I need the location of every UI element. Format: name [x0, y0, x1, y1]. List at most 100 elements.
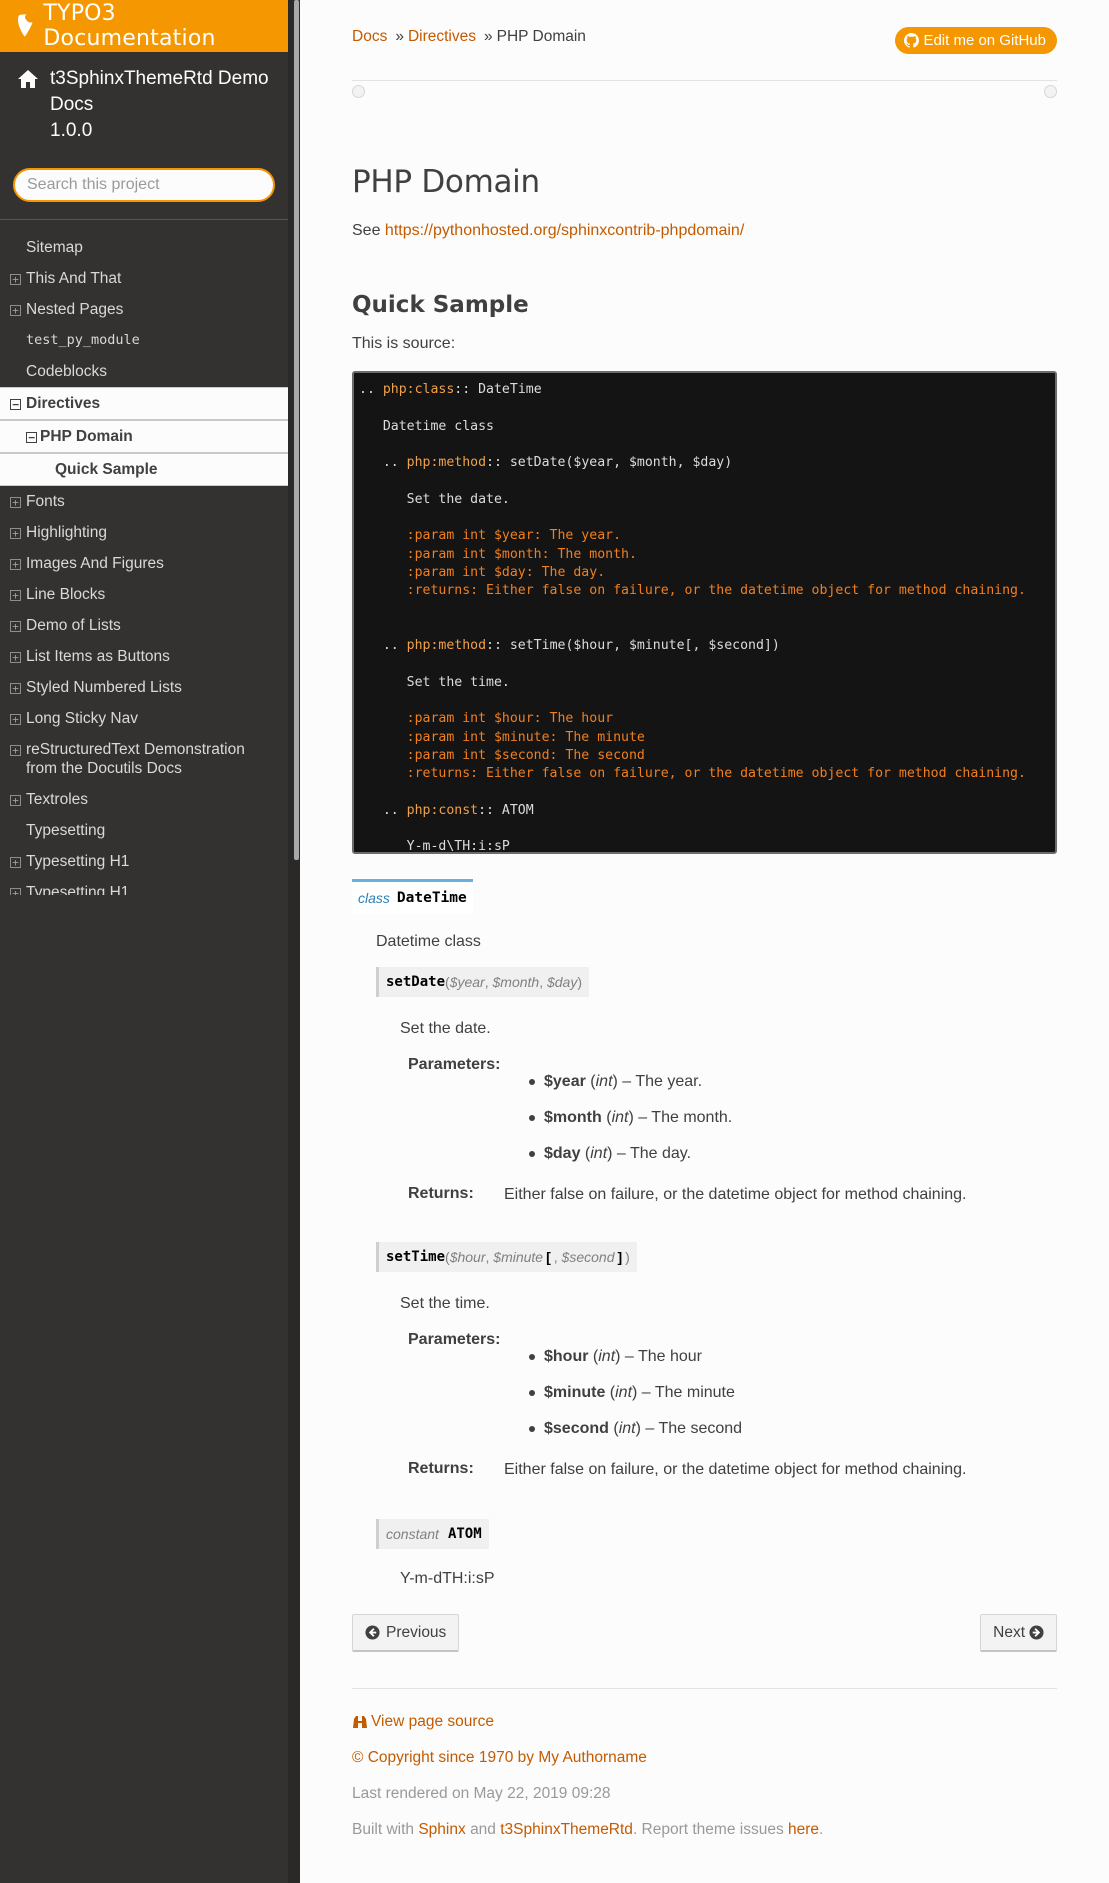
intro-text: This is source: — [352, 335, 456, 352]
sidebar-scrollbar-thumb[interactable] — [294, 0, 299, 860]
sidebar-item-codeblocks[interactable]: Codeblocks — [0, 356, 288, 387]
code-line: Y-m-d\TH:i:sP — [359, 839, 510, 854]
built-with: Built with Sphinx and t3SphinxThemeRtd. … — [352, 1821, 824, 1838]
page-title: PHP Domain — [352, 164, 540, 200]
breadcrumb-separator: » — [484, 28, 493, 45]
sidebar-scroll-area: TYPO3 Documentation t3SphinxThemeRtd Dem… — [0, 0, 288, 895]
sidebar-item-images-and-figures[interactable]: + Images And Figures — [0, 548, 288, 579]
breadcrumb-separator: » — [395, 28, 404, 45]
copyright-link[interactable]: © Copyright since 1970 by My Authorname — [352, 1749, 647, 1767]
code-line: :param int $day: The day. — [406, 564, 606, 580]
phpdomain-link[interactable]: https://pythonhosted.org/sphinxcontrib-p… — [385, 222, 744, 239]
settime-returns: Either false on failure, or the datetime… — [504, 1461, 967, 1478]
code-line: .. php:class:: DateTime — [359, 382, 542, 397]
code-line: :param int $year: The year. — [406, 528, 622, 544]
brand-link[interactable]: TYPO3 Documentation — [0, 0, 288, 52]
footer-divider — [352, 1688, 1057, 1689]
binoculars-icon — [353, 1716, 367, 1728]
code-line: :param int $hour: The hour — [406, 711, 614, 727]
github-icon — [904, 33, 920, 48]
sidebar-item-demo-of-lists[interactable]: + Demo of Lists — [0, 610, 288, 641]
code-line: .. php:method:: setTime($hour, $minute[,… — [359, 638, 780, 654]
theme-link[interactable]: t3SphinxThemeRtd — [500, 1821, 633, 1838]
project-name[interactable]: t3SphinxThemeRtd Demo Docs — [50, 66, 269, 118]
collapse-icon[interactable]: − — [26, 432, 37, 443]
sidebar-item-directives[interactable]: − Directives — [0, 387, 288, 420]
sidebar-item-styled-numbered-lists[interactable]: + Styled Numbered Lists — [0, 672, 288, 703]
code-line: :param int $month: The month. — [406, 546, 637, 562]
expand-icon[interactable]: + — [10, 888, 21, 895]
sidebar-item-nested-pages[interactable]: + Nested Pages — [0, 294, 288, 325]
next-page-circle-icon[interactable] — [1044, 85, 1057, 98]
sphinx-link[interactable]: Sphinx — [418, 1821, 465, 1838]
expand-icon[interactable]: + — [10, 559, 21, 570]
breadcrumb-docs[interactable]: Docs — [352, 28, 387, 46]
sidebar-item-list-items-as-buttons[interactable]: + List Items as Buttons — [0, 641, 288, 672]
expand-icon[interactable]: + — [10, 683, 21, 694]
expand-icon[interactable]: + — [10, 857, 21, 868]
expand-icon[interactable]: + — [10, 305, 21, 316]
class-description: Datetime class — [376, 933, 481, 950]
edit-on-github-button[interactable]: Edit me on GitHub — [895, 27, 1057, 54]
sidebar-item-php-domain[interactable]: − PHP Domain — [0, 420, 288, 453]
code-line: .. php:const:: ATOM — [359, 802, 534, 818]
sidebar-item-test-py-module[interactable]: test_py_module — [0, 325, 288, 356]
brand-title: TYPO3 Documentation — [43, 1, 216, 51]
setdate-description: Set the date. — [400, 1020, 491, 1037]
expand-icon[interactable]: + — [10, 795, 21, 806]
expand-icon[interactable]: + — [10, 274, 21, 285]
sidebar-item-typesetting[interactable]: Typesetting — [0, 815, 288, 846]
header-divider — [352, 80, 1057, 81]
expand-icon[interactable]: + — [10, 621, 21, 632]
next-button[interactable]: Next — [980, 1614, 1057, 1652]
sidebar-item-this-and-that[interactable]: + This And That — [0, 263, 288, 294]
setdate-signature: setDate ( $year, $month, $day ) — [376, 967, 590, 997]
sidebar-item-sitemap[interactable]: Sitemap — [0, 232, 288, 263]
returns-label: Returns: — [408, 1460, 474, 1477]
method-name: setTime — [386, 1249, 446, 1265]
search-input[interactable] — [13, 168, 275, 202]
sidebar-item-typesetting-h1-2[interactable]: + Typesetting H1 — [0, 877, 288, 895]
sidebar-item-line-blocks[interactable]: + Line Blocks — [0, 579, 288, 610]
sidebar-item-restructuredtext-demo[interactable]: + reStructuredText Demonstration from th… — [0, 734, 288, 784]
section-title: Quick Sample — [352, 292, 529, 318]
code-line: :returns: Either false on failure, or th… — [406, 583, 1026, 599]
sidebar-item-highlighting[interactable]: + Highlighting — [0, 517, 288, 548]
view-page-source-link[interactable]: View page source — [352, 1713, 494, 1731]
list-item: $second (int) – The second — [528, 1419, 742, 1455]
constant-signature: constant ATOM — [376, 1519, 489, 1549]
project-version: 1.0.0 — [50, 120, 93, 141]
home-icon[interactable] — [16, 68, 40, 90]
settime-description: Set the time. — [400, 1295, 490, 1312]
setdate-returns: Either false on failure, or the datetime… — [504, 1186, 967, 1203]
previous-button[interactable]: Previous — [352, 1614, 460, 1652]
sidebar-item-quick-sample[interactable]: Quick Sample — [0, 453, 288, 486]
arrow-circle-right-icon — [1029, 1625, 1044, 1640]
expand-icon[interactable]: + — [10, 652, 21, 663]
typo3-logo-icon — [18, 14, 33, 37]
expand-icon[interactable]: + — [10, 497, 21, 508]
report-issues-link[interactable]: here — [788, 1821, 819, 1838]
sidebar-item-textroles[interactable]: + Textroles — [0, 784, 288, 815]
code-line: :param int $minute: The minute — [406, 729, 645, 745]
list-item: $day (int) – The day. — [528, 1144, 732, 1180]
method-name: setDate — [386, 974, 446, 990]
sidebar-item-long-sticky-nav[interactable]: + Long Sticky Nav — [0, 703, 288, 734]
prev-page-circle-icon[interactable] — [352, 85, 365, 98]
expand-icon[interactable]: + — [10, 714, 21, 725]
expand-icon[interactable]: + — [10, 745, 21, 756]
collapse-icon[interactable]: − — [10, 399, 21, 410]
sidebar-item-fonts[interactable]: + Fonts — [0, 486, 288, 517]
sidebar: TYPO3 Documentation t3SphinxThemeRtd Dem… — [0, 0, 300, 1883]
expand-icon[interactable]: + — [10, 528, 21, 539]
sidebar-item-typesetting-h1[interactable]: + Typesetting H1 — [0, 846, 288, 877]
arrow-circle-left-icon — [365, 1625, 380, 1640]
expand-icon[interactable]: + — [10, 590, 21, 601]
breadcrumb-directives[interactable]: Directives — [408, 28, 476, 46]
class-signature: class DateTime — [352, 879, 473, 914]
constant-keyword: constant — [386, 1526, 439, 1542]
